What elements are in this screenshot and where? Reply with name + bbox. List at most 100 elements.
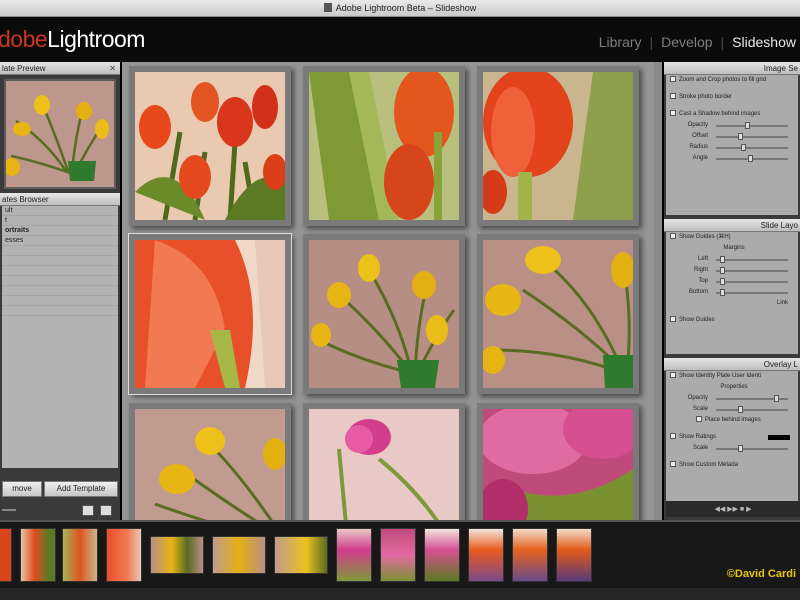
identity-plate-checkbox[interactable] [670, 372, 676, 378]
filmstrip-thumb[interactable] [212, 536, 266, 574]
photo-tile[interactable] [477, 66, 639, 226]
margins-row: Margins [666, 243, 798, 254]
photo-tile[interactable] [129, 66, 291, 226]
show-guides-checkbox[interactable] [670, 316, 676, 322]
shadow-checkbox[interactable] [670, 110, 676, 116]
slide-editor-grid [122, 62, 662, 520]
module-develop[interactable]: Develop [661, 34, 712, 50]
bottom-margin-label: Bottom [688, 289, 708, 295]
place-behind-option[interactable]: Place behind images [666, 415, 798, 426]
left-panel: late Preview ✕ ates Browser ult t ortrait… [0, 62, 120, 520]
left-margin-slider[interactable] [716, 256, 788, 263]
remove-template-button[interactable]: move [2, 481, 42, 497]
template-item[interactable] [2, 276, 118, 286]
toolbar-divider [2, 509, 16, 511]
template-item[interactable] [2, 286, 118, 296]
right-panel: Image Se Zoom and Crop photos to fill gr… [664, 62, 800, 520]
left-margin-label: Left [697, 256, 708, 262]
show-ratings-checkbox[interactable] [670, 433, 676, 439]
bottom-margin-row: Bottom [666, 287, 798, 298]
top-margin-slider[interactable] [716, 278, 788, 285]
loupe-view-button[interactable] [100, 505, 112, 516]
template-item[interactable] [2, 266, 118, 276]
template-item[interactable] [2, 306, 118, 316]
filmstrip-thumb[interactable] [556, 528, 592, 582]
filmstrip-thumb[interactable] [0, 528, 12, 582]
plate-scale-slider[interactable] [716, 406, 788, 413]
opacity-slider[interactable] [716, 122, 788, 129]
filmstrip-thumb[interactable] [274, 536, 328, 574]
show-guides-link-checkbox[interactable] [670, 233, 676, 239]
filmstrip-thumb[interactable] [336, 528, 372, 582]
zoom-crop-option[interactable]: Zoom and Crop photos to fill grid [666, 75, 798, 86]
filmstrip-thumb[interactable] [512, 528, 548, 582]
show-ratings-label: Show Ratings [679, 434, 717, 440]
grid-view-button[interactable] [82, 505, 94, 516]
image-settings-header[interactable]: Image Se [664, 62, 800, 75]
radius-slider[interactable] [716, 144, 788, 151]
radius-label: Radius [689, 144, 708, 150]
ratings-color-swatch[interactable] [768, 435, 790, 440]
template-item[interactable] [2, 256, 118, 266]
template-item[interactable]: ortraits [2, 226, 118, 236]
template-item[interactable] [2, 296, 118, 306]
template-browser-header[interactable]: ates Browser [0, 193, 120, 206]
zoom-crop-checkbox[interactable] [670, 76, 676, 82]
filmstrip-thumb[interactable] [424, 528, 460, 582]
module-separator: | [649, 34, 654, 50]
show-ratings-option[interactable]: Show Ratings [666, 432, 798, 443]
show-guides-option[interactable]: Show Guides [666, 315, 798, 326]
image-settings-title: Image Se [763, 64, 798, 73]
opacity-label: Opacity [687, 122, 708, 128]
stroke-option[interactable]: Stroke photo border [666, 92, 798, 103]
right-margin-slider[interactable] [716, 267, 788, 274]
template-item[interactable]: ult [2, 206, 118, 216]
template-item[interactable]: esses [2, 236, 118, 246]
photo-tile[interactable] [477, 234, 639, 394]
bottom-margin-slider[interactable] [716, 289, 788, 296]
template-preview-header[interactable]: late Preview ✕ [0, 62, 120, 75]
custom-metadata-checkbox[interactable] [670, 461, 676, 467]
photo-tile[interactable] [303, 234, 465, 394]
template-browser-title: ates Browser [2, 195, 49, 204]
shadow-option[interactable]: Cast a Shadow behind images [666, 109, 798, 120]
place-behind-checkbox[interactable] [696, 416, 702, 422]
slide-layout-header[interactable]: Slide Layo [664, 219, 800, 232]
opacity-row: Opacity [666, 120, 798, 131]
identity-plate-option[interactable]: Show Identity Plate User Identi [666, 371, 798, 382]
playback-controls: ◀◀ ▶▶ ■ ▶ [666, 501, 800, 517]
link-all-row[interactable]: Link [666, 298, 798, 309]
play-controls-label[interactable]: ◀◀ ▶▶ ■ ▶ [715, 505, 752, 513]
offset-row: Offset [666, 131, 798, 142]
template-item[interactable] [2, 246, 118, 256]
vertical-scrollbar[interactable] [654, 62, 662, 520]
stroke-checkbox[interactable] [670, 93, 676, 99]
photo-tile[interactable] [128, 233, 292, 395]
collapse-icon[interactable]: ✕ [109, 62, 116, 75]
custom-metadata-option[interactable]: Show Custom Metada [666, 460, 798, 471]
filmstrip-thumb[interactable] [468, 528, 504, 582]
ratings-scale-row: Scale [666, 443, 798, 454]
filmstrip-thumb[interactable] [150, 536, 204, 574]
photo-tile[interactable] [477, 403, 639, 520]
ratings-scale-slider[interactable] [716, 445, 788, 452]
photo-tile[interactable] [129, 403, 291, 520]
photo-tile[interactable] [303, 66, 465, 226]
angle-slider[interactable] [716, 155, 788, 162]
add-template-button[interactable]: Add Template [44, 481, 118, 497]
module-library[interactable]: Library [599, 34, 642, 50]
filmstrip-thumb[interactable] [20, 528, 56, 582]
module-slideshow[interactable]: Slideshow [732, 34, 796, 50]
filmstrip-thumb[interactable] [62, 528, 98, 582]
show-guides-link-option[interactable]: Show Guides (⌘H) [666, 232, 798, 243]
overlays-header[interactable]: Overlay L [664, 358, 800, 371]
photo-tile[interactable] [303, 403, 465, 520]
filmstrip-thumb[interactable] [106, 528, 142, 582]
plate-opacity-slider[interactable] [716, 395, 788, 402]
filmstrip-thumb[interactable] [380, 528, 416, 582]
template-item[interactable]: t [2, 216, 118, 226]
angle-row: Angle [666, 153, 798, 164]
offset-slider[interactable] [716, 133, 788, 140]
tulip-photo [309, 409, 459, 520]
user-identity-dropdown[interactable]: User Identi [732, 373, 761, 379]
